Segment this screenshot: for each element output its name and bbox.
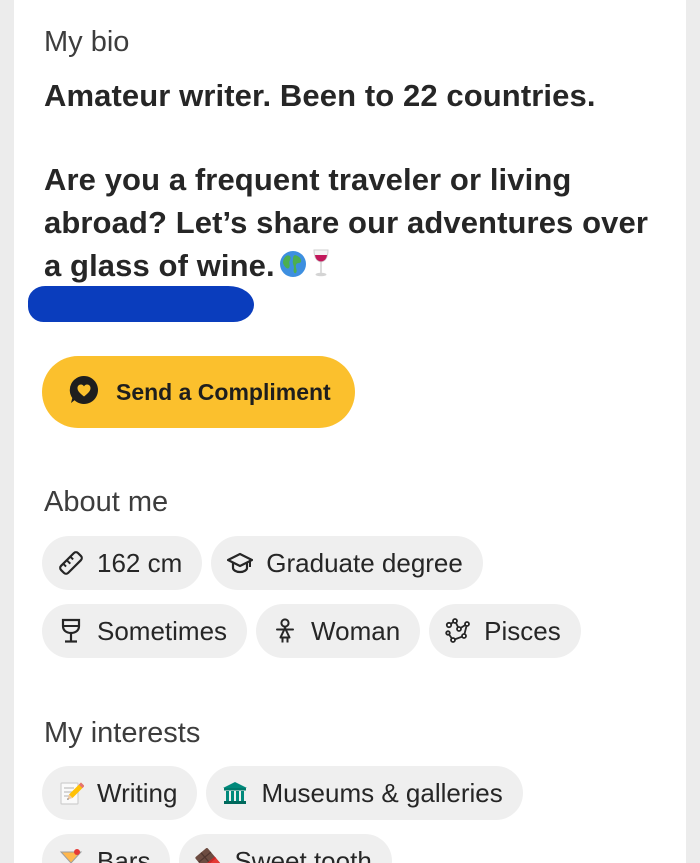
chip-drinking: Sometimes xyxy=(42,604,248,658)
ruler-icon xyxy=(58,550,84,576)
interest-bars: Bars xyxy=(42,834,171,863)
bio-line-1: Amateur writer. Been to 22 countries. xyxy=(44,78,596,113)
about-chips-row-1: 162 cm Graduate degree xyxy=(42,536,483,590)
globe-emoji-icon xyxy=(279,246,307,289)
bio-line-2-text: Are you a frequent traveler or living ab… xyxy=(44,162,648,283)
interest-museums: Museums & galleries xyxy=(206,766,523,820)
pencil-emoji-icon xyxy=(58,780,84,806)
interest-writing: Writing xyxy=(42,766,198,820)
interest-bars-label: Bars xyxy=(97,845,151,863)
interest-writing-label: Writing xyxy=(97,777,178,808)
cocktail-emoji-icon xyxy=(58,848,84,863)
chip-education-label: Graduate degree xyxy=(266,547,463,578)
chip-zodiac-label: Pisces xyxy=(484,615,561,646)
chip-height: 162 cm xyxy=(42,536,203,590)
museum-emoji-icon xyxy=(222,780,248,806)
send-compliment-label: Send a Compliment xyxy=(116,378,331,405)
bio-line-2: Are you a frequent traveler or living ab… xyxy=(44,158,664,289)
heart-speech-bubble-icon xyxy=(68,374,100,411)
about-chips-row-2: Sometimes Woman Pisces xyxy=(42,604,581,658)
chip-height-label: 162 cm xyxy=(97,547,183,578)
chocolate-emoji-icon xyxy=(195,848,222,863)
interests-chips-row-1: Writing Museums & galleries xyxy=(42,766,523,820)
interest-sweet-tooth: Sweet tooth xyxy=(179,834,392,863)
bio-heading: My bio xyxy=(44,26,130,58)
constellation-icon xyxy=(445,618,471,644)
chip-drinking-label: Sometimes xyxy=(97,615,228,646)
wine-glass-emoji-icon xyxy=(311,246,331,289)
about-me-heading: About me xyxy=(44,486,169,518)
graduation-cap-icon xyxy=(227,550,254,576)
wine-glass-icon xyxy=(58,618,84,644)
profile-card: My bio Amateur writer. Been to 22 countr… xyxy=(14,0,686,863)
interest-museums-label: Museums & galleries xyxy=(261,777,503,808)
chip-gender-label: Woman xyxy=(311,615,401,646)
my-interests-heading: My interests xyxy=(44,717,201,749)
interest-sweet-tooth-label: Sweet tooth xyxy=(234,845,372,863)
chip-gender: Woman xyxy=(256,604,421,658)
chip-zodiac: Pisces xyxy=(429,604,581,658)
interests-chips-row-2: Bars Sweet tooth xyxy=(42,834,392,863)
chip-education: Graduate degree xyxy=(211,536,483,590)
woman-icon xyxy=(272,618,298,644)
redaction-mark xyxy=(28,286,254,322)
send-compliment-button[interactable]: Send a Compliment xyxy=(42,356,355,428)
